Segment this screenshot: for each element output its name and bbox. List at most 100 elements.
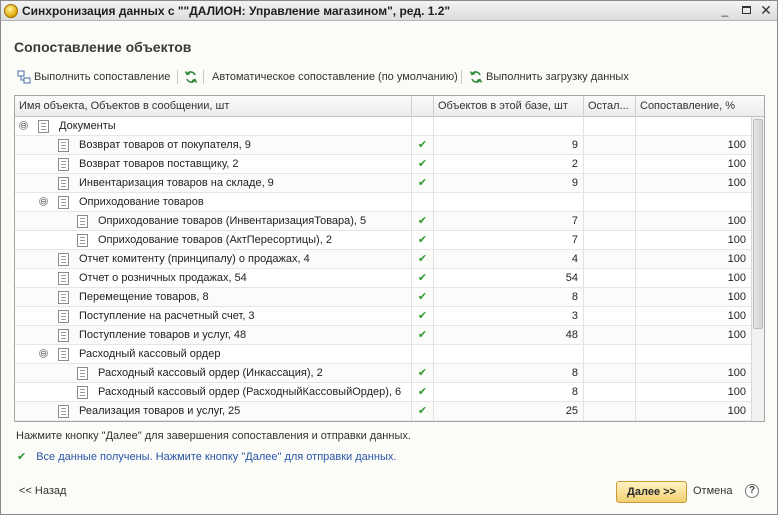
scrollbar-thumb[interactable] bbox=[753, 119, 763, 329]
vertical-scrollbar[interactable] bbox=[751, 117, 764, 421]
collapse-toggle-icon[interactable]: ⊖ bbox=[39, 349, 48, 358]
back-button[interactable]: << Назад bbox=[19, 485, 66, 497]
maximize-icon bbox=[741, 6, 751, 14]
minimize-button[interactable]: _ bbox=[717, 3, 733, 18]
load-data-label: Выполнить загрузку данных bbox=[486, 71, 629, 83]
table-row[interactable]: Поступление товаров и услуг, 48 ✔ 48 100 bbox=[15, 326, 751, 345]
in-base-count: 8 bbox=[434, 364, 584, 382]
table-row[interactable]: Расходный кассовый ордер (РасходныйКассо… bbox=[15, 383, 751, 402]
remaining-count bbox=[584, 383, 636, 401]
table-row[interactable]: Расходный кассовый ордер (Инкассация), 2… bbox=[15, 364, 751, 383]
table-row[interactable]: Оприходование товаров (ИнвентаризацияТов… bbox=[15, 212, 751, 231]
page-title: Сопоставление объектов bbox=[14, 39, 192, 55]
mapped-mark-cell: ✔ bbox=[412, 136, 434, 154]
check-icon: ✔ bbox=[417, 272, 428, 284]
remaining-count bbox=[584, 307, 636, 325]
remaining-count bbox=[584, 136, 636, 154]
object-name: Оприходование товаров bbox=[79, 196, 204, 208]
column-header-name[interactable]: Имя объекта, Объектов в сообщении, шт bbox=[15, 96, 412, 117]
remaining-count bbox=[584, 345, 636, 363]
window-title: Синхронизация данных с ""ДАЛИОН: Управле… bbox=[22, 4, 451, 18]
in-base-count: 9 bbox=[434, 174, 584, 192]
in-base-count: 48 bbox=[434, 326, 584, 344]
refresh-button[interactable] bbox=[184, 67, 201, 87]
document-icon bbox=[58, 348, 69, 361]
name-cell: ⊖ Расходный кассовый ордер bbox=[15, 345, 412, 363]
mapping-percent: 100 bbox=[727, 253, 746, 265]
table-header: Имя объекта, Объектов в сообщении, шт Об… bbox=[15, 96, 764, 117]
run-mapping-button[interactable]: Выполнить сопоставление bbox=[17, 67, 170, 87]
table-row[interactable]: ⊖ Документы bbox=[15, 117, 751, 136]
table-row[interactable]: ⊖ Оприходование товаров bbox=[15, 193, 751, 212]
table-row[interactable]: Оприходование товаров (АктПересортицы), … bbox=[15, 231, 751, 250]
table-row[interactable]: Отчет комитенту (принципалу) о продажах,… bbox=[15, 250, 751, 269]
name-cell: Отчет комитенту (принципалу) о продажах,… bbox=[15, 250, 412, 268]
help-icon[interactable]: ? bbox=[745, 484, 759, 498]
in-base-count: 8 bbox=[434, 288, 584, 306]
table-row[interactable]: Отчет о розничных продажах, 54 ✔ 54 100 bbox=[15, 269, 751, 288]
table-row[interactable]: Поступление на расчетный счет, 3 ✔ 3 100 bbox=[15, 307, 751, 326]
name-cell: Отчет о розничных продажах, 54 bbox=[15, 269, 412, 287]
mapped-mark-cell: ✔ bbox=[412, 250, 434, 268]
mapping-percent: 100 bbox=[727, 158, 746, 170]
remaining-count bbox=[584, 117, 636, 135]
check-icon: ✔ bbox=[417, 367, 428, 379]
load-data-button[interactable]: Выполнить загрузку данных bbox=[469, 67, 629, 87]
table-row[interactable]: Реализация товаров и услуг, 25 ✔ 25 100 bbox=[15, 402, 751, 421]
table-row[interactable]: Возврат товаров поставщику, 2 ✔ 2 100 bbox=[15, 155, 751, 174]
object-name: Возврат товаров от покупателя, 9 bbox=[79, 139, 251, 151]
toolbar-divider bbox=[461, 70, 462, 84]
document-icon bbox=[77, 386, 88, 399]
title-bar[interactable]: Синхронизация данных с ""ДАЛИОН: Управле… bbox=[1, 1, 777, 21]
mapping-icon bbox=[17, 70, 31, 84]
mapped-mark-cell: ✔ bbox=[412, 288, 434, 306]
maximize-button[interactable] bbox=[738, 3, 754, 18]
column-header-rest[interactable]: Остал... bbox=[584, 96, 636, 117]
name-cell: Реализация товаров и услуг, 25 bbox=[15, 402, 412, 420]
name-cell: Расходный кассовый ордер (РасходныйКассо… bbox=[15, 383, 412, 401]
mapping-percent: 100 bbox=[727, 367, 746, 379]
table-row[interactable]: ⊖ Расходный кассовый ордер bbox=[15, 345, 751, 364]
table-row[interactable]: Перемещение товаров, 8 ✔ 8 100 bbox=[15, 288, 751, 307]
column-header-in-base[interactable]: Объектов в этой базе, шт bbox=[434, 96, 584, 117]
mapped-mark-cell bbox=[412, 193, 434, 211]
toolbar-divider bbox=[177, 70, 178, 84]
name-cell: Перемещение товаров, 8 bbox=[15, 288, 412, 306]
in-base-count bbox=[434, 345, 584, 363]
auto-mapping-button[interactable]: Автоматическое сопоставление (по умолчан… bbox=[212, 67, 458, 87]
load-data-icon bbox=[469, 71, 483, 83]
document-icon bbox=[77, 215, 88, 228]
next-button[interactable]: Далее >> bbox=[616, 481, 687, 503]
table-row[interactable]: Возврат товаров от покупателя, 9 ✔ 9 100 bbox=[15, 136, 751, 155]
check-icon: ✔ bbox=[417, 139, 428, 151]
name-cell: Поступление товаров и услуг, 48 bbox=[15, 326, 412, 344]
table-row[interactable]: Инвентаризация товаров на складе, 9 ✔ 9 100 bbox=[15, 174, 751, 193]
name-cell: ⊖ Документы bbox=[15, 117, 412, 135]
in-base-count bbox=[434, 193, 584, 211]
mapped-mark-cell: ✔ bbox=[412, 155, 434, 173]
column-header-mapping[interactable]: Сопоставление, % bbox=[636, 96, 764, 117]
hint-text: Нажмите кнопку "Далее" для завершения со… bbox=[16, 430, 411, 442]
mapped-mark-cell: ✔ bbox=[412, 231, 434, 249]
cancel-button[interactable]: Отмена bbox=[693, 485, 732, 497]
collapse-toggle-icon[interactable]: ⊖ bbox=[39, 197, 48, 206]
mapping-table[interactable]: Имя объекта, Объектов в сообщении, шт Об… bbox=[14, 95, 765, 422]
name-cell: Возврат товаров поставщику, 2 bbox=[15, 155, 412, 173]
document-icon bbox=[58, 329, 69, 342]
remaining-count bbox=[584, 174, 636, 192]
collapse-toggle-icon[interactable]: ⊖ bbox=[19, 121, 28, 130]
object-name: Отчет комитенту (принципалу) о продажах,… bbox=[79, 253, 310, 265]
check-icon: ✔ bbox=[417, 158, 428, 170]
check-icon: ✔ bbox=[417, 310, 428, 322]
object-name: Расходный кассовый ордер (РасходныйКассо… bbox=[98, 386, 402, 398]
mapping-percent: 100 bbox=[727, 177, 746, 189]
run-mapping-label: Выполнить сопоставление bbox=[34, 71, 171, 83]
in-base-count: 2 bbox=[434, 155, 584, 173]
in-base-count bbox=[434, 117, 584, 135]
object-name: Инвентаризация товаров на складе, 9 bbox=[79, 177, 274, 189]
close-button[interactable]: ✕ bbox=[758, 3, 774, 18]
remaining-count bbox=[584, 288, 636, 306]
column-header-mark[interactable] bbox=[412, 96, 434, 117]
check-icon: ✔ bbox=[417, 253, 428, 265]
name-cell: Оприходование товаров (ИнвентаризацияТов… bbox=[15, 212, 412, 230]
